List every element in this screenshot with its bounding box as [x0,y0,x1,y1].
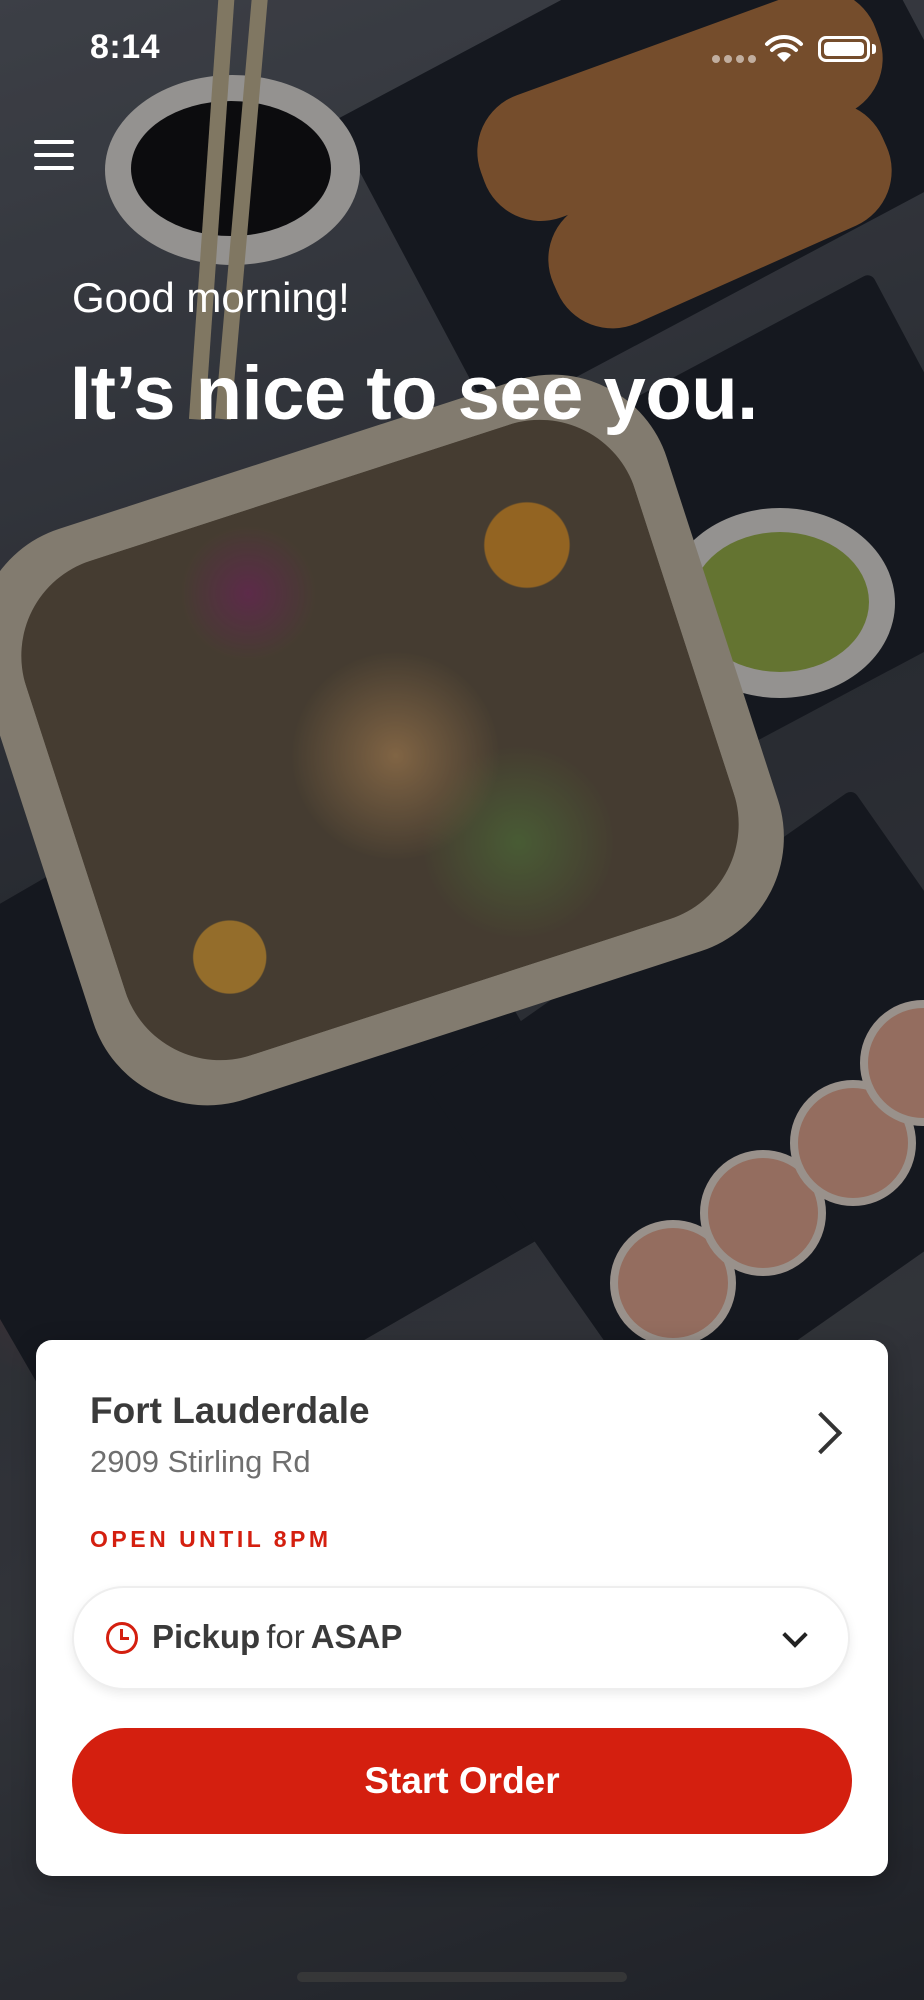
status-bar: 8:14 [0,0,924,100]
start-order-button[interactable]: Start Order [72,1728,852,1834]
order-mode-text: Pickup for ASAP [152,1618,402,1656]
hamburger-menu-icon[interactable] [34,140,74,176]
home-indicator[interactable] [297,1972,627,1982]
headline-text: It’s nice to see you. [70,351,758,436]
location-address: 2909 Stirling Rd [90,1444,311,1479]
location-selector[interactable]: Fort Lauderdale 2909 Stirling Rd [36,1340,888,1490]
battery-icon [818,36,870,62]
store-hours-status: OPEN UNTIL 8PM [90,1526,332,1552]
status-time: 8:14 [90,28,161,66]
chevron-right-icon [799,1411,843,1455]
signal-icon [712,50,760,68]
battery-cap [872,44,876,54]
order-mode-dropdown[interactable]: Pickup for ASAP [72,1586,850,1690]
chevron-down-icon [782,1622,808,1648]
location-card: Fort Lauderdale 2909 Stirling Rd OPEN UN… [36,1340,888,1876]
wifi-icon [765,34,803,62]
order-mode-label: Pickup [152,1618,261,1655]
order-time-label: ASAP [310,1618,403,1655]
order-mode-connector: for [266,1618,305,1655]
clock-icon [106,1622,138,1654]
location-name: Fort Lauderdale [90,1390,370,1431]
greeting-text: Good morning! [72,274,350,321]
